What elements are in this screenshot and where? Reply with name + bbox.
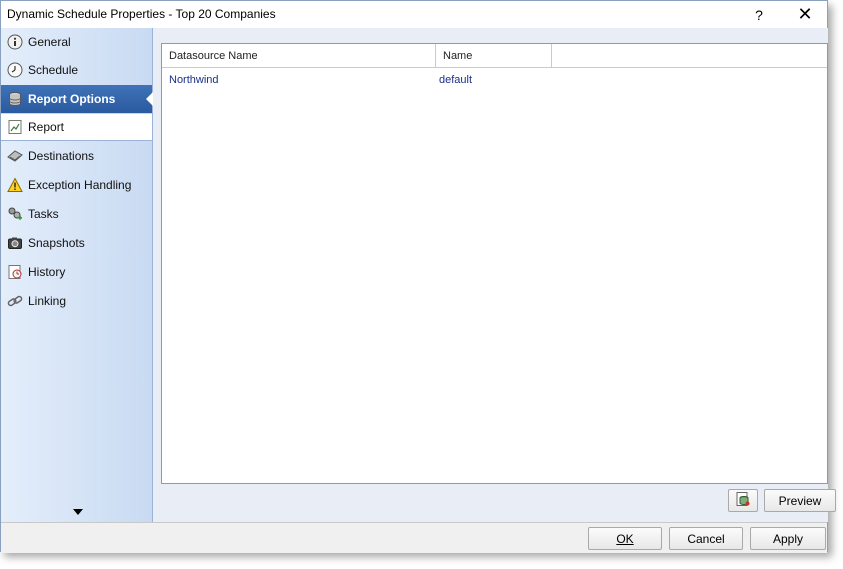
sidebar-item-exception-handling[interactable]: Exception Handling	[1, 171, 152, 199]
sidebar-item-report[interactable]: Report	[1, 113, 152, 141]
column-header-name[interactable]: Name	[436, 44, 552, 67]
sidebar: General Schedule Report Options Report D…	[1, 28, 153, 522]
table-row[interactable]: Northwind default	[162, 71, 827, 89]
database-icon	[7, 91, 23, 107]
sidebar-item-label: Report	[28, 120, 65, 134]
sidebar-item-schedule[interactable]: Schedule	[1, 56, 152, 84]
close-button[interactable]: ✕	[782, 1, 828, 28]
sidebar-item-snapshots[interactable]: Snapshots	[1, 229, 152, 257]
info-icon	[7, 34, 23, 50]
title-bar: Dynamic Schedule Properties - Top 20 Com…	[1, 1, 827, 28]
sidebar-item-general[interactable]: General	[1, 28, 152, 56]
destinations-icon	[7, 148, 23, 164]
apply-label: Apply	[772, 531, 804, 546]
sidebar-item-tasks[interactable]: Tasks	[1, 200, 152, 228]
clock-icon	[7, 62, 23, 78]
sidebar-item-report-options[interactable]: Report Options	[1, 85, 153, 113]
cell-name: default	[439, 74, 473, 86]
sidebar-item-label: Linking	[28, 294, 67, 308]
sidebar-item-label: History	[28, 265, 66, 279]
ok-button[interactable]: OK	[588, 527, 662, 550]
link-icon	[7, 293, 23, 309]
dialog-window: Dynamic Schedule Properties - Top 20 Com…	[0, 0, 836, 553]
dialog-footer: OK Cancel Apply	[1, 522, 827, 553]
datasource-settings-button[interactable]	[728, 489, 758, 512]
sidebar-item-label: Exception Handling	[28, 178, 132, 192]
sidebar-item-history[interactable]: History	[1, 258, 152, 286]
grid-header: Datasource Name Name	[162, 44, 827, 68]
sidebar-item-destinations[interactable]: Destinations	[1, 142, 152, 170]
warning-icon	[7, 177, 23, 193]
column-header-datasource-name[interactable]: Datasource Name	[162, 44, 436, 67]
window-title: Dynamic Schedule Properties - Top 20 Com…	[7, 7, 276, 21]
sidebar-item-label: General	[28, 35, 71, 49]
sidebar-item-label: Report Options	[28, 92, 116, 106]
database-settings-icon	[735, 491, 751, 510]
cancel-button[interactable]: Cancel	[669, 527, 743, 550]
main-content: Datasource Name Name Northwind default P…	[153, 28, 836, 522]
cell-datasource-name: Northwind	[169, 74, 219, 86]
ok-label: OK	[616, 531, 634, 546]
sidebar-item-label: Tasks	[28, 207, 59, 221]
apply-button[interactable]: Apply	[750, 527, 826, 550]
sidebar-item-linking[interactable]: Linking	[1, 287, 152, 315]
datasource-grid[interactable]: Datasource Name Name Northwind default	[161, 43, 828, 484]
preview-button[interactable]: Preview	[764, 489, 836, 512]
help-button[interactable]: ?	[736, 1, 782, 28]
cancel-label: Cancel	[687, 531, 725, 546]
history-icon	[7, 264, 23, 280]
sidebar-scroll-down-icon[interactable]	[73, 509, 83, 515]
sidebar-item-label: Snapshots	[28, 236, 85, 250]
tasks-icon	[7, 206, 23, 222]
sidebar-item-label: Schedule	[28, 63, 79, 77]
sidebar-item-label: Destinations	[28, 149, 95, 163]
report-chart-icon	[7, 119, 23, 135]
camera-icon	[7, 235, 23, 251]
